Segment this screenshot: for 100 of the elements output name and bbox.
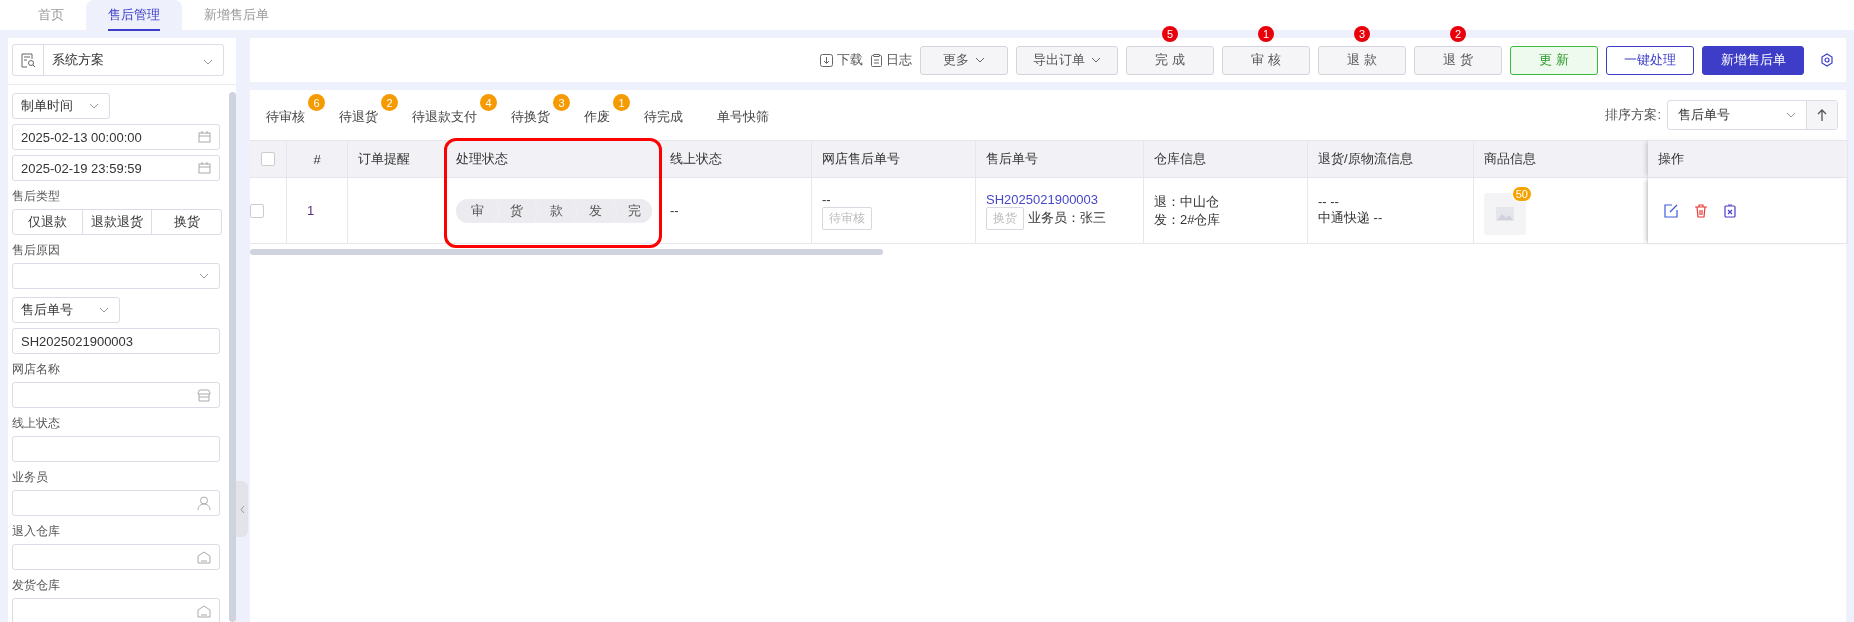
count-badge: 1 bbox=[613, 94, 630, 111]
input-field[interactable] bbox=[12, 598, 220, 622]
calendar-icon bbox=[198, 131, 211, 143]
step-label: 发 bbox=[573, 198, 617, 223]
order-link[interactable]: SH2025021900003 bbox=[986, 191, 1143, 207]
field-label: 退入仓库 bbox=[12, 523, 61, 539]
image-placeholder-icon bbox=[1495, 205, 1515, 222]
field-label: 业务员 bbox=[12, 469, 49, 485]
checkbox[interactable] bbox=[261, 152, 275, 166]
table-cell-text: -- bbox=[670, 203, 680, 218]
count-badge: 6 bbox=[308, 94, 325, 111]
toolbar-link[interactable]: 日志 bbox=[886, 51, 912, 69]
input-field[interactable] bbox=[12, 544, 220, 570]
column-header: 仓库信息 bbox=[1154, 150, 1206, 168]
cancel-document-icon[interactable] bbox=[1724, 203, 1736, 218]
download-icon bbox=[820, 53, 833, 67]
count-badge: 2 bbox=[381, 94, 398, 111]
logistics-text: 中通快递 -- bbox=[1318, 209, 1384, 227]
date-field[interactable]: 2025-02-19 23:59:59 bbox=[12, 155, 220, 181]
count-badge: 4 bbox=[480, 94, 497, 111]
select-field[interactable]: 制单时间 bbox=[12, 93, 110, 119]
column-header: 操作 bbox=[1658, 150, 1684, 168]
type-tag: 换货 bbox=[986, 206, 1024, 230]
quantity-badge: 50 bbox=[1511, 185, 1532, 202]
column-header: 商品信息 bbox=[1484, 150, 1536, 168]
column-header: 网店售后单号 bbox=[822, 150, 900, 168]
step-label: 审 bbox=[456, 198, 500, 223]
table-cell-text: -- bbox=[822, 191, 832, 207]
type-option[interactable]: 退款退货 bbox=[81, 209, 153, 235]
chevron-down-icon bbox=[99, 307, 109, 313]
warehouse-icon bbox=[197, 550, 211, 564]
select-field[interactable] bbox=[12, 263, 220, 289]
input-field[interactable]: SH2025021900003 bbox=[12, 328, 220, 354]
column-header: # bbox=[313, 151, 321, 167]
column-header: 售后单号 bbox=[986, 150, 1038, 168]
type-option[interactable]: 换货 bbox=[151, 209, 222, 235]
step-label: 款 bbox=[534, 198, 578, 223]
sort-direction-button[interactable] bbox=[1807, 101, 1837, 129]
salesperson-text: 业务员：张三 bbox=[1028, 209, 1106, 227]
filter-tab[interactable]: 待换货 bbox=[511, 109, 550, 124]
scrollbar[interactable] bbox=[250, 249, 883, 255]
field-label: 线上状态 bbox=[12, 415, 61, 431]
chevron-left-icon bbox=[239, 504, 245, 514]
filter-tab[interactable]: 待退货 bbox=[339, 109, 378, 124]
dropdown-button[interactable]: 导出订单 bbox=[1016, 45, 1118, 75]
checkbox[interactable] bbox=[250, 203, 264, 218]
filter-tab[interactable]: 待退款支付 bbox=[412, 109, 477, 124]
step-label: 完 bbox=[612, 198, 652, 223]
chevron-down-icon bbox=[975, 57, 985, 63]
row-number: 1 bbox=[306, 203, 316, 218]
column-header: 线上状态 bbox=[670, 150, 722, 168]
delete-icon[interactable] bbox=[1694, 203, 1708, 218]
shop-icon bbox=[197, 388, 211, 402]
column-header: 退货/原物流信息 bbox=[1318, 150, 1413, 168]
chevron-down-icon bbox=[203, 58, 213, 65]
column-header: 处理状态 bbox=[456, 150, 508, 168]
status-tag: 待审核 bbox=[822, 206, 872, 230]
warehouse-text: 退：中山仓 bbox=[1154, 192, 1220, 211]
person-icon bbox=[197, 496, 211, 510]
arrow-up-icon bbox=[1817, 109, 1827, 121]
warehouse-text: 发：2#仓库 bbox=[1154, 210, 1222, 229]
field-label: 发货仓库 bbox=[12, 577, 61, 593]
dropdown-button[interactable]: 更多 bbox=[920, 45, 1008, 75]
input-field[interactable] bbox=[12, 436, 220, 462]
select-field[interactable]: 售后单号 bbox=[12, 297, 120, 323]
date-field[interactable]: 2025-02-13 00:00:00 bbox=[12, 124, 220, 150]
filter-tab[interactable]: 作废 bbox=[584, 109, 610, 124]
settings-icon[interactable] bbox=[1820, 53, 1834, 67]
add-button[interactable]: 新增售后单 bbox=[1702, 45, 1804, 75]
filter-tab[interactable]: 待审核 bbox=[266, 109, 305, 124]
sort-label: 排序方案: bbox=[1605, 106, 1661, 124]
input-field[interactable] bbox=[12, 490, 220, 516]
field-label: 网店名称 bbox=[12, 361, 61, 377]
field-label: 售后类型 bbox=[12, 188, 61, 204]
chevron-down-icon bbox=[89, 103, 99, 109]
clipboard-icon bbox=[871, 53, 882, 67]
chevron-down-icon bbox=[1786, 112, 1796, 118]
chevron-down-icon bbox=[199, 273, 209, 279]
filter-tab[interactable]: 待完成 bbox=[644, 109, 683, 124]
collapse-handle[interactable] bbox=[236, 481, 248, 537]
warehouse-icon bbox=[197, 604, 211, 618]
filter-tab[interactable]: 单号快筛 bbox=[717, 109, 769, 124]
tab[interactable]: 售后管理 bbox=[86, 0, 182, 30]
edit-icon[interactable] bbox=[1664, 203, 1678, 218]
scrollbar[interactable] bbox=[229, 92, 236, 622]
type-option[interactable]: 仅退款 bbox=[12, 209, 83, 235]
calendar-icon bbox=[198, 162, 211, 174]
chevron-down-icon bbox=[1091, 57, 1101, 63]
logistics-text: -- -- bbox=[1318, 194, 1340, 209]
update-button[interactable]: 更 新 bbox=[1510, 45, 1598, 75]
column-header: 订单提醒 bbox=[358, 150, 410, 168]
scheme-select[interactable]: 系统方案 bbox=[12, 44, 224, 76]
step-label: 货 bbox=[495, 198, 539, 223]
input-field[interactable] bbox=[12, 382, 220, 408]
batch-process-button[interactable]: 一键处理 bbox=[1606, 45, 1694, 75]
product-thumbnail[interactable] bbox=[1484, 192, 1526, 235]
count-badge: 3 bbox=[553, 94, 570, 111]
search-document-icon bbox=[21, 52, 35, 68]
toolbar-link[interactable]: 下载 bbox=[837, 51, 863, 69]
field-label: 售后原因 bbox=[12, 242, 61, 258]
